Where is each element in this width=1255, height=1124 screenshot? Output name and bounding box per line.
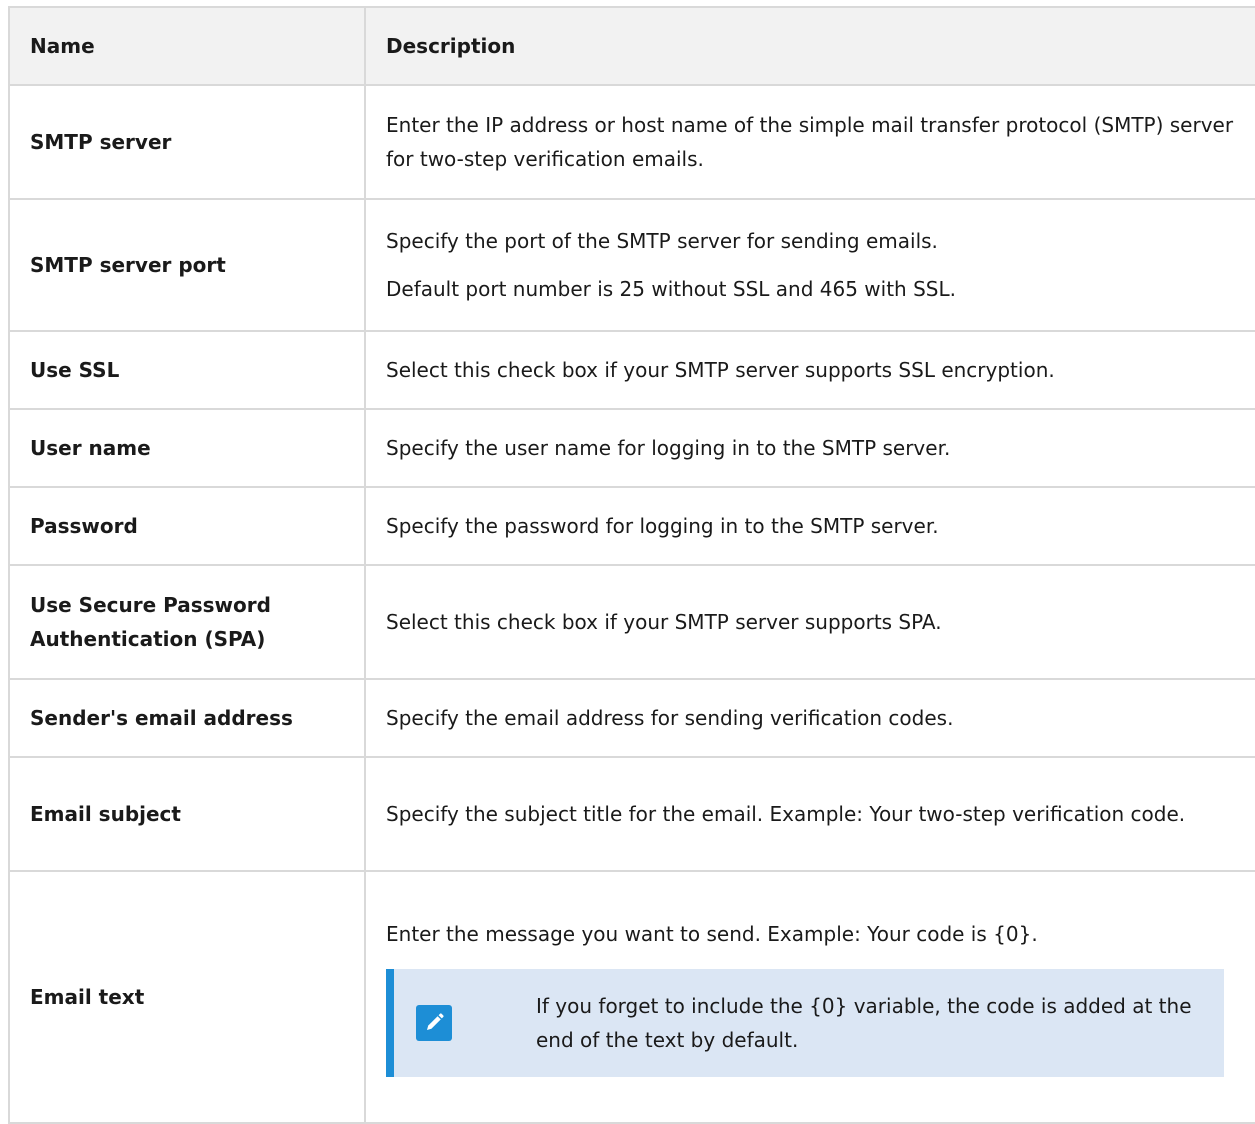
row-name: Email text xyxy=(8,870,366,1124)
table-row: Use SSL Select this check box if your SM… xyxy=(8,330,1255,410)
row-description: Specify the user name for logging in to … xyxy=(364,408,1255,488)
description-text: Default port number is 25 without SSL an… xyxy=(386,277,956,301)
settings-table-container: Name Description SMTP server Enter the I… xyxy=(8,6,1255,1124)
description-text: Specify the email address for sending ve… xyxy=(386,706,954,730)
row-description: Specify the email address for sending ve… xyxy=(364,678,1255,758)
description-text: Specify the port of the SMTP server for … xyxy=(386,229,938,253)
description-text: Specify the password for logging in to t… xyxy=(386,514,939,538)
description-text: Select this check box if your SMTP serve… xyxy=(386,610,942,634)
description-text: Enter the message you want to send. Exam… xyxy=(386,922,1038,946)
header-name: Name xyxy=(8,6,366,86)
header-description: Description xyxy=(364,6,1255,86)
table-row: SMTP server port Specify the port of the… xyxy=(8,198,1255,332)
row-name: Email subject xyxy=(8,756,366,872)
description-text: Specify the user name for logging in to … xyxy=(386,436,951,460)
row-name: User name xyxy=(8,408,366,488)
note-callout: If you forget to include the {0} variabl… xyxy=(386,969,1224,1077)
smtp-settings-table: Name Description SMTP server Enter the I… xyxy=(8,6,1255,1124)
row-description: Specify the password for logging in to t… xyxy=(364,486,1255,566)
pencil-icon-svg xyxy=(427,1013,444,1030)
description-text: Specify the subject title for the email.… xyxy=(386,802,1186,826)
note-text: If you forget to include the {0} variabl… xyxy=(536,994,1192,1052)
row-name: SMTP server port xyxy=(8,198,366,332)
row-description: Enter the IP address or host name of the… xyxy=(364,84,1255,200)
table-row: Sender's email address Specify the email… xyxy=(8,678,1255,758)
table-row: SMTP server Enter the IP address or host… xyxy=(8,84,1255,200)
row-name: Password xyxy=(8,486,366,566)
table-row: Email text Enter the message you want to… xyxy=(8,870,1255,1124)
row-description: Enter the message you want to send. Exam… xyxy=(364,870,1255,1124)
table-row: User name Specify the user name for logg… xyxy=(8,408,1255,488)
table-header-row: Name Description xyxy=(8,6,1255,86)
table-row: Use Secure Password Authentication (SPA)… xyxy=(8,564,1255,680)
row-name: Use SSL xyxy=(8,330,366,410)
row-description: Select this check box if your SMTP serve… xyxy=(364,330,1255,410)
table-row: Password Specify the password for loggin… xyxy=(8,486,1255,566)
row-description: Select this check box if your SMTP serve… xyxy=(364,564,1255,680)
row-name: Use Secure Password Authentication (SPA) xyxy=(8,564,366,680)
row-description: Specify the port of the SMTP server for … xyxy=(364,198,1255,332)
description-text: Select this check box if your SMTP serve… xyxy=(386,358,1055,382)
table-row: Email subject Specify the subject title … xyxy=(8,756,1255,872)
row-name: SMTP server xyxy=(8,84,366,200)
row-description: Specify the subject title for the email.… xyxy=(364,756,1255,872)
pencil-icon xyxy=(416,1005,452,1041)
row-name: Sender's email address xyxy=(8,678,366,758)
description-text: Enter the IP address or host name of the… xyxy=(386,113,1234,171)
